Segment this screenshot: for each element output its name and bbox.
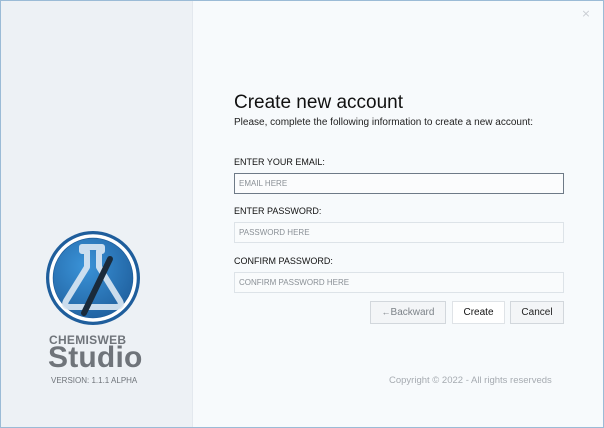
brand-name-studio: Studio (48, 341, 143, 374)
cancel-button[interactable]: Cancel (510, 301, 564, 324)
password-label: ENTER PASSWORD: (234, 206, 322, 216)
version-label: VERSION: 1.1.1 ALPHA (51, 376, 138, 385)
branding-panel: CHEMISWEB Studio VERSION: 1.1.1 ALPHA (1, 1, 193, 427)
app-window: CHEMISWEB Studio VERSION: 1.1.1 ALPHA × … (0, 0, 604, 428)
backward-button-label: Backward (390, 307, 435, 318)
backward-button[interactable]: ←Backward (370, 301, 446, 324)
close-icon[interactable]: × (579, 7, 593, 21)
create-button[interactable]: Create (452, 301, 505, 324)
email-label: ENTER YOUR EMAIL: (234, 157, 325, 167)
page-title: Create new account (234, 92, 403, 113)
email-field[interactable] (234, 173, 564, 194)
copyright-text: Copyright © 2022 - All rights reserveds (389, 375, 552, 386)
arrow-left-icon: ← (381, 307, 391, 317)
confirm-password-field[interactable] (234, 272, 564, 293)
password-field[interactable] (234, 222, 564, 243)
confirm-password-label: CONFIRM PASSWORD: (234, 256, 333, 266)
chemisweb-logo-icon (46, 231, 140, 325)
form-panel: × Create new account Please, complete th… (193, 1, 603, 427)
page-subtitle: Please, complete the following informati… (234, 117, 534, 128)
